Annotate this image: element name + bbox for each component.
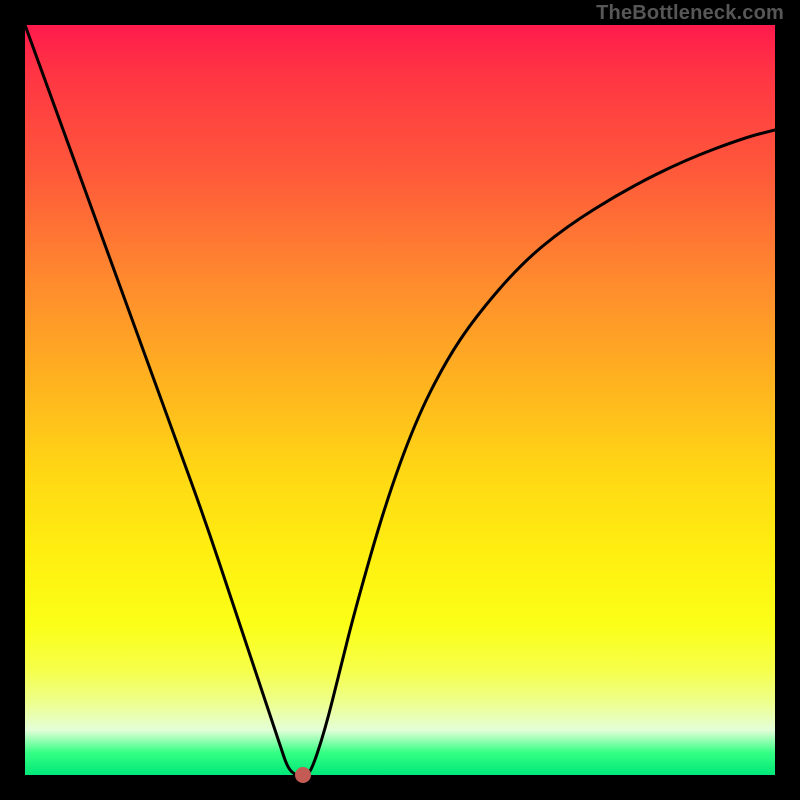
chart-frame: [0, 0, 800, 800]
watermark-text: TheBottleneck.com: [596, 2, 784, 25]
bottleneck-curve: [25, 25, 775, 775]
optimal-point-marker: [295, 767, 311, 783]
